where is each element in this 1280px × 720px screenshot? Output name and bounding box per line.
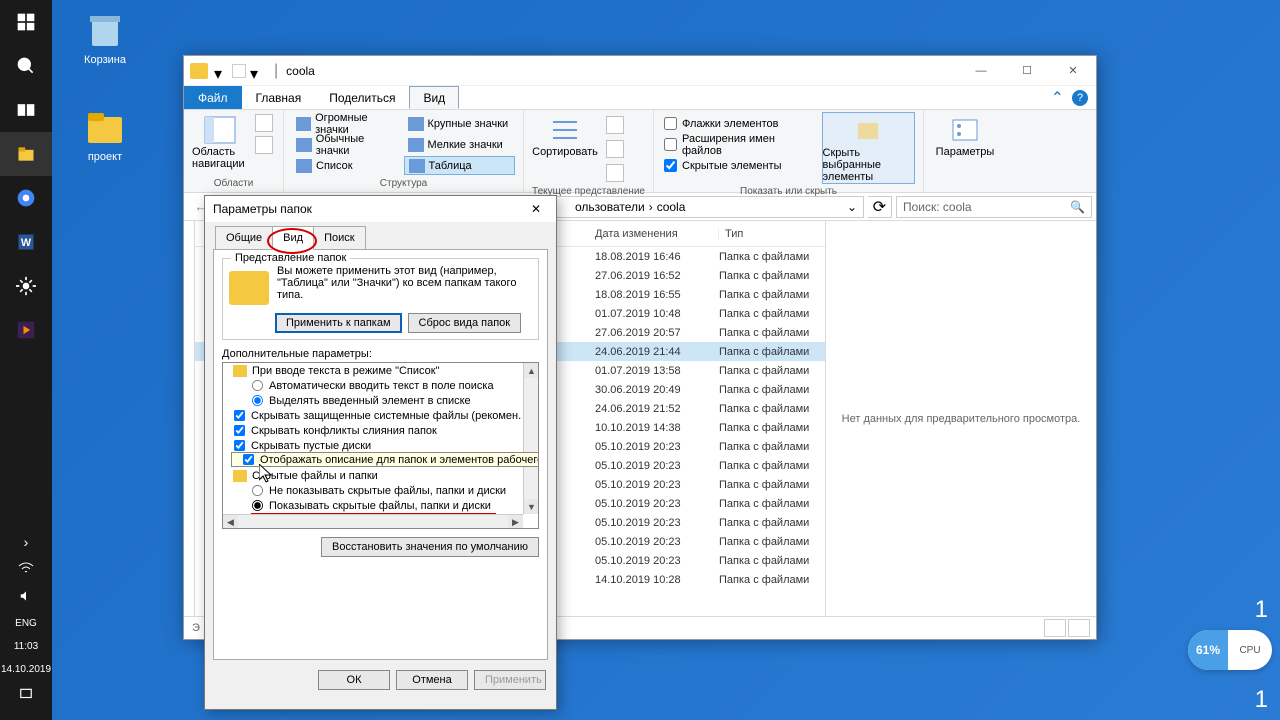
layout-regular[interactable]: Обычные значки xyxy=(292,135,404,154)
expand-icon[interactable]: › xyxy=(24,528,29,556)
cpu-widget[interactable]: 61% CPU xyxy=(1188,630,1272,670)
project-label: проект xyxy=(70,151,140,163)
desktop-project-folder[interactable]: проект xyxy=(70,105,140,163)
search-icon: 🔍 xyxy=(1070,200,1085,214)
tab-general[interactable]: Общие xyxy=(215,226,273,250)
tray: › ENG 11:03 14.10.2019 xyxy=(0,528,52,720)
tray-time[interactable]: 11:03 xyxy=(14,635,38,658)
view-large-icon[interactable] xyxy=(1068,619,1090,637)
options-button[interactable]: Параметры xyxy=(932,112,998,158)
advanced-label: Дополнительные параметры: xyxy=(222,348,539,360)
media-icon[interactable] xyxy=(0,308,52,352)
preview-pane: Нет данных для предварительного просмотр… xyxy=(825,221,1096,616)
apply-to-folders-button[interactable]: Применить к папкам xyxy=(275,313,402,333)
tree-group: При вводе текста в режиме "Список" xyxy=(223,363,538,378)
tray-date[interactable]: 14.10.2019 xyxy=(1,658,51,681)
tree-radio[interactable]: Автоматически вводить текст в поле поиск… xyxy=(223,378,538,393)
cpu-label: CPU xyxy=(1228,645,1272,656)
close-button[interactable]: ✕ xyxy=(1050,56,1096,86)
tab-view[interactable]: Вид xyxy=(272,226,314,250)
folder-icon xyxy=(229,271,269,305)
hide-selected-button[interactable]: Скрыть выбранные элементы xyxy=(822,112,915,184)
dialog-titlebar[interactable]: Параметры папок ✕ xyxy=(205,196,556,222)
cpu-percent: 61% xyxy=(1188,630,1228,670)
view-details-icon[interactable] xyxy=(1044,619,1066,637)
nav-pane-button[interactable]: Область навигации xyxy=(192,112,247,170)
sort-button[interactable]: Сортировать xyxy=(532,112,598,158)
groupby-button[interactable] xyxy=(606,140,624,158)
tree-radio[interactable]: Показывать скрытые файлы, папки и диски xyxy=(223,498,538,513)
start-button[interactable] xyxy=(0,0,52,44)
chrome-icon[interactable] xyxy=(0,176,52,220)
overlay-1: 1 xyxy=(1255,686,1268,714)
tooltip: Отображать описание для папок и элементо… xyxy=(231,452,539,467)
folder-options-dialog: Параметры папок ✕ Общие Вид Поиск Предст… xyxy=(204,195,557,710)
check-ext[interactable]: Расширения имен файлов xyxy=(662,135,816,154)
desktop-recycle-bin[interactable]: Корзина xyxy=(70,8,140,66)
check-flags[interactable]: Флажки элементов xyxy=(662,114,816,133)
cursor-icon xyxy=(259,464,273,484)
layout-huge[interactable]: Огромные значки xyxy=(292,114,404,133)
folder-icon xyxy=(190,63,208,79)
search-input[interactable]: Поиск: coola🔍 xyxy=(896,196,1092,218)
cancel-button[interactable]: Отмена xyxy=(396,670,468,690)
tab-search[interactable]: Поиск xyxy=(313,226,365,250)
tree-check[interactable]: Скрывать защищенные системные файлы (рек… xyxy=(223,408,538,423)
help-icon[interactable]: ? xyxy=(1072,90,1088,106)
refresh-button[interactable]: ⟳ xyxy=(868,196,892,218)
group-structure-label: Структура xyxy=(292,176,515,192)
tree-check[interactable]: Скрывать пустые диски xyxy=(223,438,538,453)
dialog-close-button[interactable]: ✕ xyxy=(516,202,556,216)
sizecol-button[interactable] xyxy=(606,164,624,182)
preview-pane-button[interactable] xyxy=(255,114,273,132)
menu-view[interactable]: Вид xyxy=(409,86,459,109)
restore-defaults-button[interactable]: Восстановить значения по умолчанию xyxy=(321,537,539,557)
word-icon[interactable]: W xyxy=(0,220,52,264)
svg-text:W: W xyxy=(21,237,32,249)
layout-large[interactable]: Крупные значки xyxy=(404,114,516,133)
ribbon: Область навигации Области Огромные значк… xyxy=(184,110,1096,193)
apply-button[interactable]: Применить xyxy=(474,670,546,690)
menubar: Файл Главная Поделиться Вид ⌃? xyxy=(184,86,1096,110)
volume-icon[interactable] xyxy=(19,583,33,612)
tree-check[interactable]: Скрывать конфликты слияния папок xyxy=(223,423,538,438)
search-icon[interactable] xyxy=(0,44,52,88)
layout-list[interactable]: Список xyxy=(292,156,404,175)
menu-file[interactable]: Файл xyxy=(184,86,242,109)
group-areas-label: Области xyxy=(192,176,275,192)
reset-folders-button[interactable]: Сброс вида папок xyxy=(408,313,522,333)
wifi-icon[interactable] xyxy=(18,556,34,583)
notifications-icon[interactable] xyxy=(19,681,33,710)
maximize-button[interactable]: ☐ xyxy=(1004,56,1050,86)
taskbar: W › ENG 11:03 14.10.2019 xyxy=(0,0,52,720)
check-hidden[interactable]: Скрытые элементы xyxy=(662,156,816,175)
qa-icon[interactable]: ▾ xyxy=(214,64,228,78)
qa-dropdown-icon[interactable]: ▾ xyxy=(250,64,264,78)
addcol-button[interactable] xyxy=(606,116,624,134)
folderview-group: Представление папок Вы можете применить … xyxy=(222,258,539,340)
minimize-button[interactable]: — xyxy=(958,56,1004,86)
titlebar[interactable]: ▾ ▾ | coola — ☐ ✕ xyxy=(184,56,1096,86)
explorer-icon[interactable] xyxy=(0,132,52,176)
col-date[interactable]: Дата изменения xyxy=(589,228,719,240)
tree-radio[interactable]: Выделять введенный элемент в списке xyxy=(223,393,538,408)
tree-radio[interactable]: Не показывать скрытые файлы, папки и дис… xyxy=(223,483,538,498)
layout-table[interactable]: Таблица xyxy=(404,156,516,175)
col-type[interactable]: Тип xyxy=(719,228,825,240)
advanced-tree[interactable]: При вводе текста в режиме "Список" Автом… xyxy=(222,362,539,529)
overlay-1: 1 xyxy=(1255,596,1268,624)
ok-button[interactable]: ОК xyxy=(318,670,390,690)
settings-icon[interactable] xyxy=(0,264,52,308)
dialog-tabs: Общие Вид Поиск xyxy=(205,222,556,250)
taskview-icon[interactable] xyxy=(0,88,52,132)
layout-small[interactable]: Мелкие значки xyxy=(404,135,516,154)
menu-home[interactable]: Главная xyxy=(242,86,316,109)
window-title: coola xyxy=(286,64,315,78)
menu-share[interactable]: Поделиться xyxy=(315,86,409,109)
qa-icon[interactable] xyxy=(232,64,246,78)
chevron-up-icon[interactable]: ⌃ xyxy=(1051,88,1064,108)
tray-lang[interactable]: ENG xyxy=(15,612,37,635)
recycle-label: Корзина xyxy=(70,54,140,66)
details-pane-button[interactable] xyxy=(255,136,273,154)
